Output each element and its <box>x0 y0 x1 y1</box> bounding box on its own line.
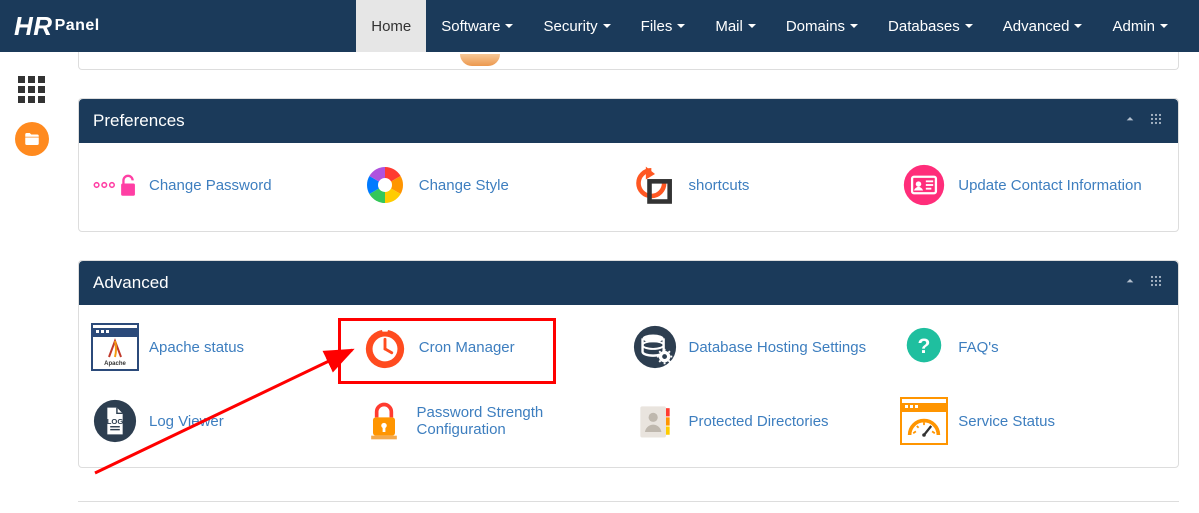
nav-label: Admin <box>1112 18 1155 35</box>
item-apache-status[interactable]: Apache Apache status <box>91 323 357 371</box>
folder-icon <box>23 130 41 148</box>
item-label: Change Style <box>419 177 509 194</box>
brand-hr: HR <box>14 11 53 42</box>
chevron-down-icon <box>677 24 685 28</box>
panel-body-advanced: Apache Apache status Cron Manager <box>79 305 1178 467</box>
advanced-panel: Advanced Apache Apache status <box>78 260 1179 468</box>
lock-orange-icon <box>361 397 407 445</box>
contacts-icon <box>631 397 679 445</box>
nav-admin[interactable]: Admin <box>1097 0 1183 52</box>
stopwatch-icon <box>361 323 409 371</box>
nav-label: Home <box>371 18 411 35</box>
nav-databases[interactable]: Databases <box>873 0 988 52</box>
item-label: Database Hosting Settings <box>689 339 867 356</box>
collapse-icon[interactable] <box>1122 111 1138 132</box>
item-cron-manager[interactable]: Cron Manager <box>361 323 627 371</box>
nav-label: Advanced <box>1003 18 1070 35</box>
item-service-status[interactable]: Service Status <box>900 397 1166 445</box>
file-manager-icon[interactable] <box>15 122 49 156</box>
item-label: Password Strength Configuration <box>417 404 627 438</box>
nav-label: Software <box>441 18 500 35</box>
id-card-icon <box>900 161 948 209</box>
apache-icon: Apache <box>91 323 139 371</box>
nav-items: Home Software Security Files Mail Domain… <box>356 0 1183 52</box>
chevron-down-icon <box>1074 24 1082 28</box>
item-label: Service Status <box>958 413 1055 430</box>
chevron-down-icon <box>965 24 973 28</box>
item-label: Cron Manager <box>419 339 515 356</box>
chevron-down-icon <box>850 24 858 28</box>
panel-body-preferences: Change Password <box>79 143 1178 231</box>
collapse-icon[interactable] <box>1122 273 1138 294</box>
chevron-down-icon <box>603 24 611 28</box>
item-update-contact[interactable]: Update Contact Information <box>900 161 1166 209</box>
log-icon: LOG <box>91 397 139 445</box>
db-gear-icon <box>631 323 679 371</box>
item-log-viewer[interactable]: LOG Log Viewer <box>91 397 357 445</box>
panel-header-advanced: Advanced <box>79 261 1178 305</box>
gauge-icon <box>900 397 948 445</box>
item-label: Protected Directories <box>689 413 829 430</box>
panel-title: Advanced <box>93 273 169 293</box>
drag-handle-icon[interactable] <box>1148 111 1164 132</box>
nav-home[interactable]: Home <box>356 0 426 52</box>
brand-logo[interactable]: HR Panel <box>0 0 130 52</box>
chevron-down-icon <box>748 24 756 28</box>
nav-software[interactable]: Software <box>426 0 528 52</box>
item-label: Update Contact Information <box>958 177 1141 194</box>
nav-security[interactable]: Security <box>528 0 625 52</box>
item-change-password[interactable]: Change Password <box>91 161 357 209</box>
main-content: Preferences Change Password <box>78 52 1179 513</box>
lock-pink-icon <box>91 161 139 209</box>
chevron-down-icon <box>505 24 513 28</box>
top-nav: HR Panel Home Software Security Files Ma… <box>0 0 1199 52</box>
partial-icon <box>460 54 500 66</box>
item-label: Log Viewer <box>149 413 224 430</box>
nav-domains[interactable]: Domains <box>771 0 873 52</box>
drag-handle-icon[interactable] <box>1148 273 1164 294</box>
nav-label: Files <box>641 18 673 35</box>
nav-label: Databases <box>888 18 960 35</box>
rotate-frame-icon <box>631 161 679 209</box>
item-shortcuts[interactable]: shortcuts <box>631 161 897 209</box>
nav-label: Security <box>543 18 597 35</box>
item-change-style[interactable]: Change Style <box>361 161 627 209</box>
question-icon: ? <box>900 323 948 371</box>
nav-mail[interactable]: Mail <box>700 0 771 52</box>
svg-text:LOG: LOG <box>107 417 124 426</box>
item-label: Change Password <box>149 177 272 194</box>
preferences-panel: Preferences Change Password <box>78 98 1179 232</box>
svg-text:?: ? <box>918 335 931 358</box>
nav-files[interactable]: Files <box>626 0 701 52</box>
item-label: FAQ's <box>958 339 998 356</box>
brand-panel: Panel <box>55 17 100 35</box>
apps-grid-icon[interactable] <box>18 76 46 104</box>
palette-icon <box>361 161 409 209</box>
panel-title: Preferences <box>93 111 185 131</box>
nav-label: Mail <box>715 18 743 35</box>
left-rail <box>0 52 64 513</box>
previous-panel-stub <box>78 52 1179 70</box>
panel-header-preferences: Preferences <box>79 99 1178 143</box>
item-faqs[interactable]: ? FAQ's <box>900 323 1166 371</box>
item-label: shortcuts <box>689 177 750 194</box>
chevron-down-icon <box>1160 24 1168 28</box>
item-password-strength[interactable]: Password Strength Configuration <box>361 397 627 445</box>
item-db-hosting[interactable]: Database Hosting Settings <box>631 323 897 371</box>
item-protected-directories[interactable]: Protected Directories <box>631 397 897 445</box>
next-panel-edge <box>78 501 1179 513</box>
nav-label: Domains <box>786 18 845 35</box>
item-label: Apache status <box>149 339 244 356</box>
nav-advanced[interactable]: Advanced <box>988 0 1098 52</box>
